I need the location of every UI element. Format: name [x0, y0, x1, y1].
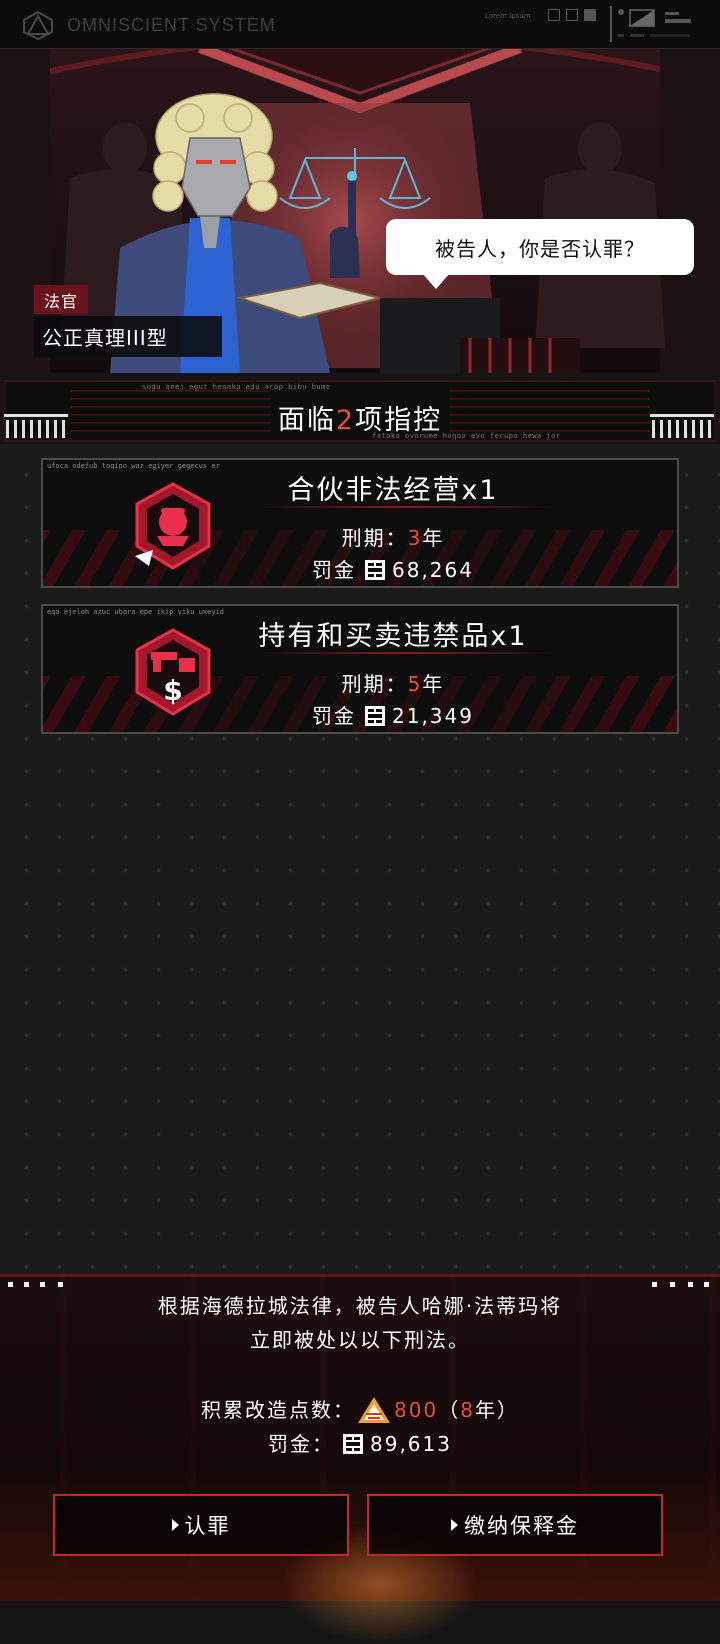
charge-fine: 罚金 68,264: [113, 554, 673, 583]
charge-term: 刑期：5年: [113, 668, 673, 697]
charges-count-title: 面临2项指控: [0, 398, 720, 437]
speech-text: 被告人，你是否认罪？: [435, 236, 645, 261]
charge-term: 刑期：3年: [113, 522, 673, 551]
banner-tiny-bottom: fatoko ovorume hoqov evo fecupo hewa jor: [372, 432, 561, 440]
points-open: （: [438, 1398, 461, 1422]
term-unit: 年: [422, 526, 445, 550]
courtroom-scene: 被告人，你是否认罪？ 法官 公正真理III型: [0, 48, 720, 373]
currency-icon: [343, 1434, 363, 1454]
system-name: OMNISCIENT SYSTEM: [67, 15, 276, 35]
topbar-lorem: Lorem Ipsum: [485, 12, 531, 20]
fine-value: 21,349: [392, 704, 474, 728]
charge-card: eqa ejeloh azuc ubara epe ikip viku uxey…: [41, 604, 679, 734]
currency-icon: [365, 706, 385, 726]
pay-bail-label: 缴纳保释金: [464, 1514, 579, 1538]
top-bar: OMNISCIENT SYSTEM Lorem Ipsum: [0, 0, 720, 49]
window-filled-icon: [584, 9, 596, 21]
points-years: 8: [460, 1398, 475, 1422]
charge-title: 合伙非法经营x1: [287, 475, 499, 506]
plead-guilty-button[interactable]: 认罪: [53, 1494, 349, 1556]
currency-icon: [365, 560, 385, 580]
points-value: 800: [394, 1398, 439, 1422]
play-arrow-icon: [451, 1519, 458, 1531]
right-dots-icon: [652, 1282, 709, 1287]
fine-label: 罚金: [312, 704, 356, 728]
judge-role: 法官: [34, 285, 89, 314]
points-close: 年）: [474, 1398, 519, 1422]
charge-title: 持有和买卖违禁品x1: [258, 621, 528, 652]
window-square-icon: [548, 9, 560, 21]
fine-value: 68,264: [392, 558, 474, 582]
total-fine: 罚金： 89,613: [0, 1428, 720, 1457]
term-unit: 年: [422, 672, 445, 696]
system-logo-icon: [23, 10, 53, 40]
verdict-line1: 根据海德拉城法律，被告人哈娜·法蒂玛将: [157, 1294, 563, 1318]
points-label: 积累改造点数：: [201, 1398, 356, 1422]
charge-card: ufoca odefub toqipo waz egiyer gegecus e…: [41, 458, 679, 588]
hud-decoration-icon: [610, 6, 691, 42]
total-fine-label: 罚金：: [268, 1432, 334, 1456]
charges-title-prefix: 面临: [277, 405, 336, 436]
total-fine-value: 89,613: [370, 1432, 452, 1456]
charge-fine: 罚金 21,349: [113, 700, 673, 729]
play-arrow-icon: [171, 1519, 179, 1531]
fine-label: 罚金: [312, 558, 356, 582]
title-underline: [257, 652, 557, 654]
title-underline: [257, 506, 557, 508]
left-dots-icon: [8, 1282, 63, 1287]
term-years: 3: [407, 526, 423, 550]
judge-speech-bubble: 被告人，你是否认罪？: [386, 219, 694, 289]
term-years: 5: [407, 672, 423, 696]
reform-points: 积累改造点数： 800（8年）: [0, 1394, 720, 1424]
panel-top-line: [0, 1274, 720, 1277]
pay-bail-button[interactable]: 缴纳保释金: [367, 1494, 663, 1556]
judge-nameplate: 法官 公正真理III型: [34, 285, 222, 357]
window-cross-icon: [566, 9, 578, 21]
verdict-line2: 立即被处以以下刑法。: [250, 1328, 470, 1352]
term-label: 刑期：: [341, 526, 408, 550]
banner-tiny-top: sogu anej egut henaka edu arop bibu bume: [142, 383, 331, 391]
term-label: 刑期：: [341, 672, 408, 696]
speech-tail: [422, 273, 450, 289]
charges-count: 2: [335, 405, 356, 436]
plead-guilty-label: 认罪: [184, 1514, 231, 1538]
reform-points-icon: [358, 1397, 391, 1423]
judge-name: 公正真理III型: [34, 316, 222, 357]
